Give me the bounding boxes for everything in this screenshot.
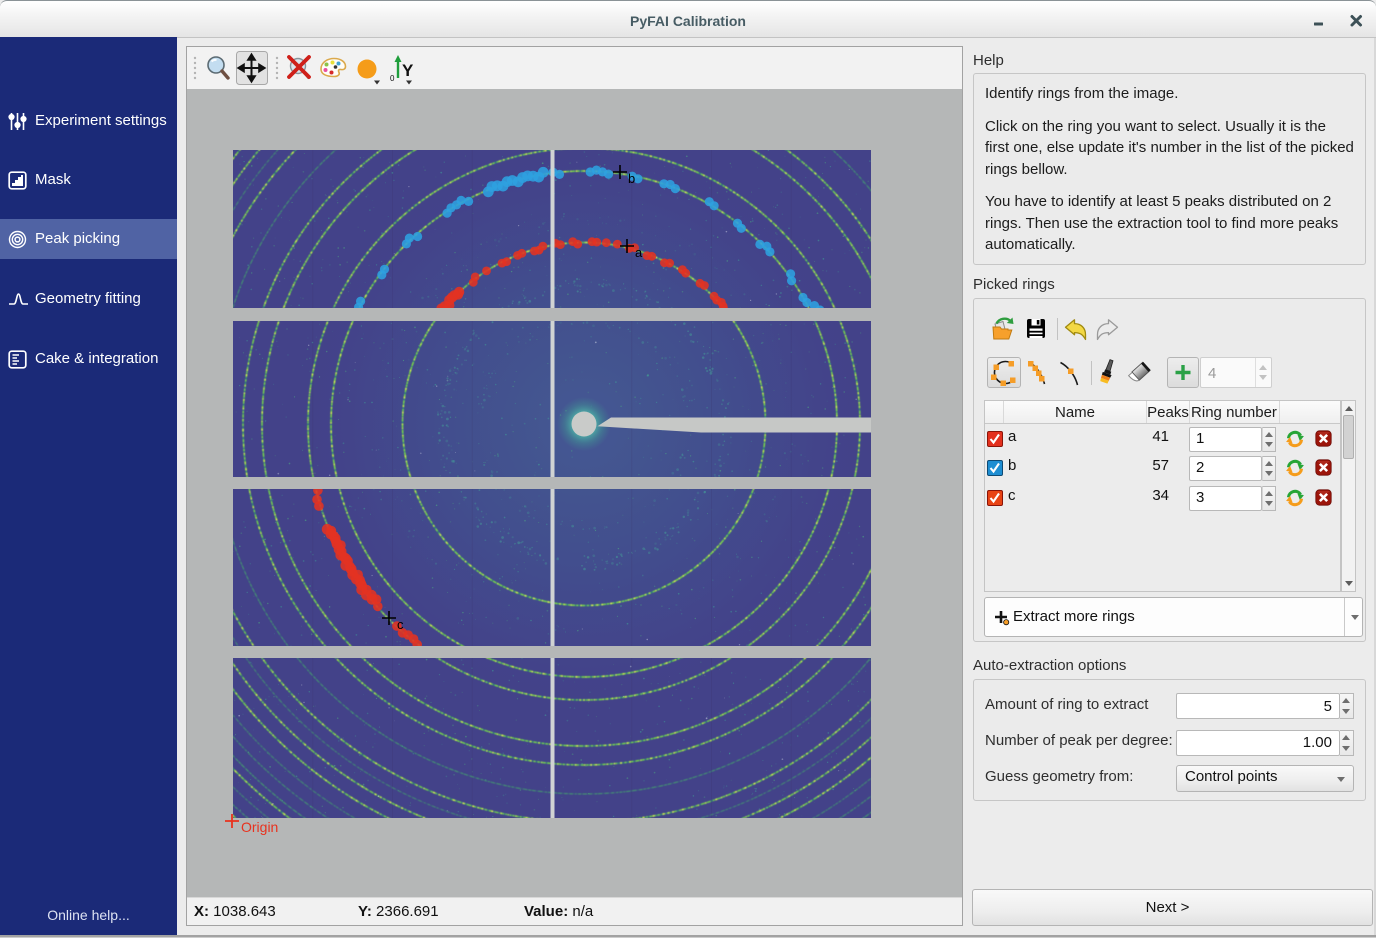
svg-text:0: 0 — [390, 74, 395, 83]
svg-text:b: b — [628, 171, 635, 186]
svg-text:Y: Y — [402, 61, 414, 80]
svg-text:a: a — [635, 245, 643, 260]
svg-text:c: c — [397, 617, 404, 632]
svg-text:Origin: Origin — [241, 819, 278, 835]
